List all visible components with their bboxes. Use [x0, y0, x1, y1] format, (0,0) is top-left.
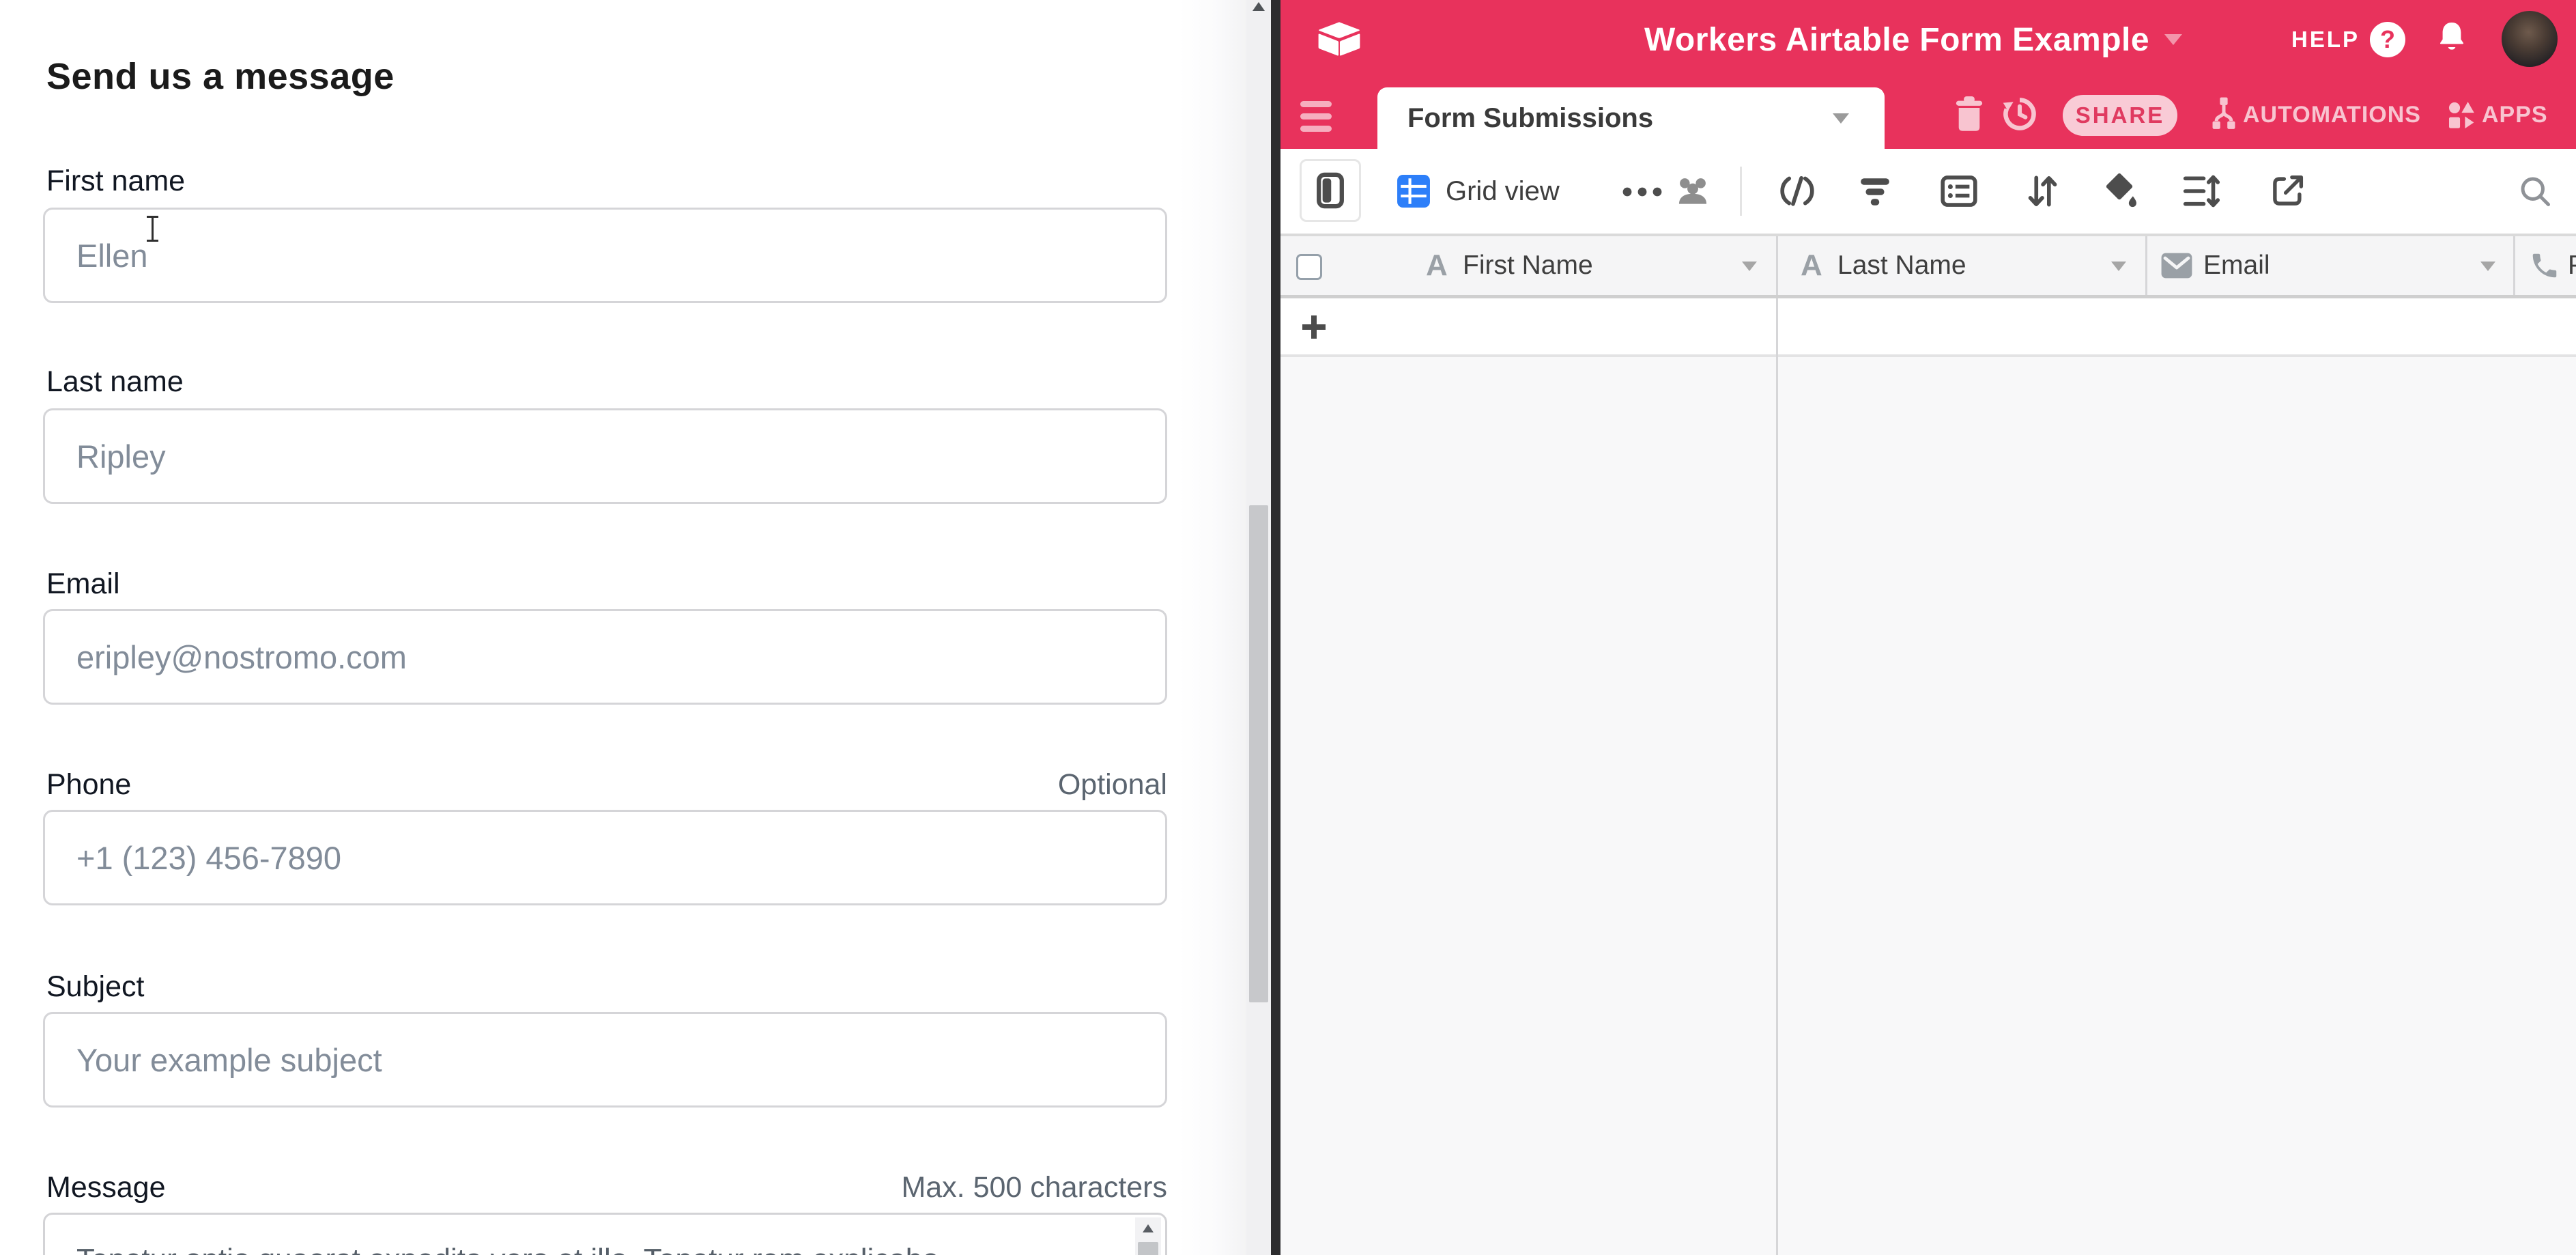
table-tab-form-submissions[interactable]: Form Submissions — [1377, 87, 1885, 149]
collaborators-icon[interactable] — [1674, 172, 1712, 210]
filter-icon[interactable] — [1858, 176, 1892, 208]
phone-input[interactable]: +1 (123) 456-7890 — [43, 810, 1167, 905]
page-scrollbar-thumb[interactable] — [1249, 505, 1268, 1002]
email-input[interactable]: eripley@nostromo.com — [43, 609, 1167, 705]
frozen-column-divider — [1776, 298, 1778, 1255]
scroll-up-arrow-icon[interactable] — [1143, 1224, 1154, 1232]
base-title-menu[interactable]: Workers Airtable Form Example — [1644, 0, 2182, 79]
phone-field-type-icon — [2529, 250, 2560, 281]
column-divider[interactable] — [1776, 236, 1778, 295]
airtable-logo-icon[interactable] — [1317, 16, 1361, 61]
automations-icon[interactable] — [2207, 96, 2241, 134]
view-toolbar: Grid view — [1280, 149, 2576, 234]
table-name: Form Submissions — [1407, 103, 1653, 134]
phone-placeholder: +1 (123) 456-7890 — [76, 839, 341, 877]
sidebar-menu-icon[interactable] — [1300, 101, 1332, 132]
history-icon[interactable] — [2001, 94, 2039, 134]
page-scrollbar[interactable] — [1246, 0, 1271, 1255]
message-textarea[interactable]: Tenetur optio quaerat expedita vero et i… — [43, 1213, 1167, 1255]
share-view-icon[interactable] — [2270, 172, 2306, 209]
column-header-first-name[interactable]: First Name — [1463, 236, 1593, 295]
share-button[interactable]: SHARE — [2063, 95, 2177, 136]
last-name-label: Last name — [46, 363, 184, 400]
first-name-label: First name — [46, 163, 185, 199]
screen: Send us a message First name Ellen Last … — [0, 0, 2576, 1255]
chevron-down-icon — [1833, 113, 1849, 124]
apps-icon[interactable] — [2446, 98, 2477, 132]
trash-icon[interactable] — [1954, 96, 1985, 132]
column-header-phone[interactable]: P — [2568, 236, 2576, 295]
text-cursor-ibeam — [145, 214, 160, 243]
last-name-input[interactable]: Ripley — [43, 408, 1167, 504]
message-text: Tenetur optio quaerat expedita vero et i… — [76, 1241, 1114, 1255]
view-sidebar-toggle-button[interactable] — [1300, 159, 1361, 222]
automations-button[interactable]: AUTOMATIONS — [2243, 96, 2421, 134]
contact-form-pane: Send us a message First name Ellen Last … — [0, 0, 1246, 1255]
sort-icon[interactable] — [2026, 172, 2059, 210]
help-button[interactable]: HELP — [2291, 0, 2360, 79]
window-divider — [1271, 0, 1280, 1255]
first-name-input[interactable]: Ellen — [43, 208, 1167, 303]
airtable-top-bars: Workers Airtable Form Example HELP ? For… — [1280, 0, 2576, 149]
first-name-placeholder: Ellen — [76, 237, 148, 274]
subject-input[interactable]: Your example subject — [43, 1012, 1167, 1108]
chevron-down-icon[interactable] — [1742, 262, 1757, 271]
column-divider[interactable] — [2513, 236, 2515, 295]
phone-label: Phone — [46, 766, 131, 803]
grid-view-icon — [1397, 174, 1431, 208]
last-name-placeholder: Ripley — [76, 438, 166, 475]
textarea-scrollbar[interactable] — [1135, 1217, 1161, 1255]
notifications-bell-icon[interactable] — [2435, 20, 2468, 57]
column-divider[interactable] — [2145, 236, 2147, 295]
group-icon[interactable] — [1940, 172, 1978, 210]
color-icon[interactable] — [2100, 171, 2138, 212]
view-name[interactable]: Grid view — [1446, 149, 1560, 234]
email-label: Email — [46, 565, 120, 602]
message-label: Message — [46, 1169, 165, 1206]
email-field-type-icon — [2160, 251, 2193, 280]
add-record-button[interactable] — [1302, 315, 1326, 339]
email-placeholder: eripley@nostromo.com — [76, 638, 407, 676]
phone-optional-note: Optional — [1058, 766, 1167, 803]
text-field-type-icon: A — [1801, 236, 1822, 295]
subject-label: Subject — [46, 968, 144, 1005]
airtable-window: Workers Airtable Form Example HELP ? For… — [1280, 0, 2576, 1255]
hide-fields-icon[interactable] — [1778, 175, 1816, 208]
apps-button[interactable]: APPS — [2482, 96, 2548, 134]
toolbar-divider — [1740, 167, 1742, 216]
chevron-down-icon[interactable] — [2111, 262, 2126, 271]
chevron-down-icon[interactable] — [2480, 262, 2495, 271]
scrollbar-up-arrow-icon[interactable] — [1253, 2, 1265, 11]
message-max-note: Max. 500 characters — [901, 1169, 1167, 1206]
textarea-scrollbar-thumb[interactable] — [1138, 1242, 1158, 1255]
select-all-checkbox[interactable] — [1296, 254, 1322, 280]
search-icon[interactable] — [2517, 173, 2553, 209]
column-header-last-name[interactable]: Last Name — [1837, 236, 1966, 295]
help-circle-icon[interactable]: ? — [2370, 22, 2405, 57]
subject-placeholder: Your example subject — [76, 1041, 382, 1079]
user-avatar[interactable] — [2502, 11, 2558, 67]
form-title: Send us a message — [46, 53, 395, 100]
chevron-down-icon — [2164, 34, 2182, 45]
grid-header-row: A First Name A Last Name Email — [1280, 234, 2576, 298]
form-edge-shade — [1178, 0, 1246, 1255]
more-options-icon[interactable] — [1622, 187, 1662, 197]
text-field-type-icon: A — [1426, 236, 1448, 295]
column-header-email[interactable]: Email — [2203, 236, 2270, 295]
row-height-icon[interactable] — [2182, 173, 2220, 209]
add-row-band — [1280, 298, 2576, 357]
base-title: Workers Airtable Form Example — [1644, 21, 2149, 59]
